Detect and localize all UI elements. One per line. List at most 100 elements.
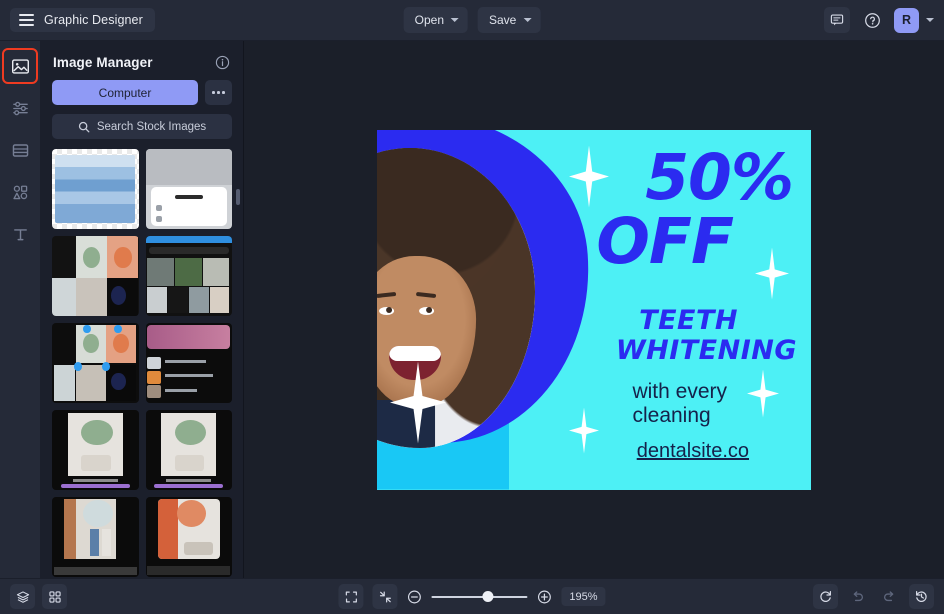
poster-headline-2: OFF (596, 204, 734, 278)
history-icon (916, 591, 927, 602)
zoom-in-button[interactable] (536, 589, 552, 605)
top-right-actions: R (824, 7, 934, 33)
photo-brow-right (415, 291, 437, 299)
image-icon (11, 58, 29, 74)
panel-header: Image Manager (41, 41, 243, 80)
fit-screen-button[interactable] (338, 584, 364, 609)
panel-actions: Computer (41, 80, 243, 105)
grid-button[interactable] (42, 584, 67, 609)
zoom-out-button[interactable] (406, 589, 422, 605)
zoom-in-icon (537, 590, 551, 603)
zoom-level-value[interactable]: 195% (561, 587, 606, 606)
app-root: Graphic Designer Open Save R Image Manag… (0, 0, 944, 614)
top-bar: Graphic Designer Open Save R (0, 0, 944, 41)
sliders-icon (12, 101, 28, 115)
photo-teeth (388, 345, 441, 361)
collapse-button[interactable] (372, 584, 398, 609)
poster-body-text: with every cleaning (632, 380, 727, 429)
undo-icon (853, 591, 863, 602)
tool-rail (0, 41, 41, 578)
comment-icon (830, 14, 844, 26)
sparkle-icon (569, 145, 609, 208)
avatar[interactable]: R (894, 7, 919, 33)
sparkle-icon (569, 407, 599, 454)
thumbnail-item[interactable] (145, 236, 232, 316)
layers-icon (16, 590, 29, 603)
zoom-slider-knob[interactable] (482, 591, 494, 602)
layout-icon (12, 143, 28, 157)
save-button[interactable]: Save (478, 7, 541, 33)
poster-url[interactable]: dentalsite.co (637, 440, 749, 463)
sidebar-item-image-manager[interactable] (2, 48, 38, 84)
layers-button[interactable] (10, 584, 35, 609)
chevron-down-icon[interactable] (926, 18, 934, 22)
poster-design[interactable]: 50% OFF TEETH WHITENING with every clean… (377, 129, 811, 490)
more-options-button[interactable] (205, 80, 232, 105)
poster-subhead-2: WHITENING (615, 334, 797, 366)
sidebar-item-text[interactable] (5, 219, 35, 249)
save-label: Save (489, 13, 517, 27)
thumbnail-item[interactable] (145, 497, 232, 577)
thumbnail-item[interactable] (52, 497, 139, 577)
reset-button[interactable] (813, 584, 838, 609)
search-icon (78, 121, 90, 132)
avatar-initial: R (901, 13, 912, 27)
thumbnail-item[interactable] (52, 236, 139, 316)
zoom-slider[interactable] (431, 590, 528, 604)
redo-icon (884, 591, 894, 602)
open-button[interactable]: Open (403, 7, 468, 33)
computer-upload-button[interactable]: Computer (52, 80, 198, 105)
poster-headline-1: 50% (645, 140, 794, 214)
more-dots-icon (212, 91, 215, 94)
poster-body-line-2: cleaning (632, 403, 711, 427)
sidebar-item-layouts[interactable] (5, 135, 35, 165)
thumbnail-item[interactable] (145, 323, 232, 403)
chevron-down-icon (451, 18, 459, 22)
thumbnail-item[interactable] (145, 149, 232, 229)
bottom-right-actions (813, 584, 934, 609)
reset-icon (820, 591, 831, 602)
sidebar-item-elements[interactable] (5, 177, 35, 207)
thumbnail-item[interactable] (52, 149, 139, 229)
shapes-icon (12, 185, 27, 199)
sparkle-icon (755, 247, 789, 300)
canvas-area[interactable]: 50% OFF TEETH WHITENING with every clean… (244, 41, 944, 578)
history-button[interactable] (909, 584, 934, 609)
zoom-out-icon (407, 590, 421, 603)
search-placeholder: Search Stock Images (96, 120, 207, 133)
info-circle-icon (215, 55, 230, 70)
poster-subhead-1: TEETH (639, 304, 738, 336)
sidebar-item-adjustments[interactable] (5, 93, 35, 123)
bottom-bar: 195% (0, 578, 944, 614)
poster-body-line-1: with every (632, 379, 727, 403)
text-icon (13, 228, 27, 240)
thumbnail-item[interactable] (52, 410, 139, 490)
app-menu-button[interactable]: Graphic Designer (10, 8, 155, 32)
help-circle-icon (864, 12, 880, 28)
redo-button[interactable] (877, 584, 902, 609)
collapse-icon (379, 590, 391, 603)
bottom-left-actions (10, 584, 67, 609)
zoom-slider-track (431, 595, 528, 598)
info-button[interactable] (215, 55, 230, 70)
panel-scrollbar[interactable] (236, 189, 240, 205)
app-title: Graphic Designer (44, 13, 143, 27)
photo-eye-left (379, 306, 395, 315)
comment-button[interactable] (824, 7, 850, 33)
search-stock-images-input[interactable]: Search Stock Images (52, 114, 232, 139)
hamburger-icon (19, 14, 34, 26)
help-button[interactable] (859, 7, 885, 33)
photo-eye-right (419, 306, 435, 315)
page-title: Image Manager (53, 55, 153, 70)
open-label: Open (414, 13, 444, 27)
sparkle-icon (747, 369, 779, 418)
thumbnail-item[interactable] (52, 323, 139, 403)
fit-screen-icon (345, 590, 357, 603)
thumbnail-item[interactable] (145, 410, 232, 490)
photo-brow-left (377, 291, 396, 299)
photo-smile (388, 345, 441, 380)
center-toolbar: Open Save (403, 7, 541, 33)
image-manager-panel: Image Manager Computer Search Stock Imag… (41, 41, 244, 578)
zoom-controls: 195% (338, 584, 606, 609)
undo-button[interactable] (845, 584, 870, 609)
